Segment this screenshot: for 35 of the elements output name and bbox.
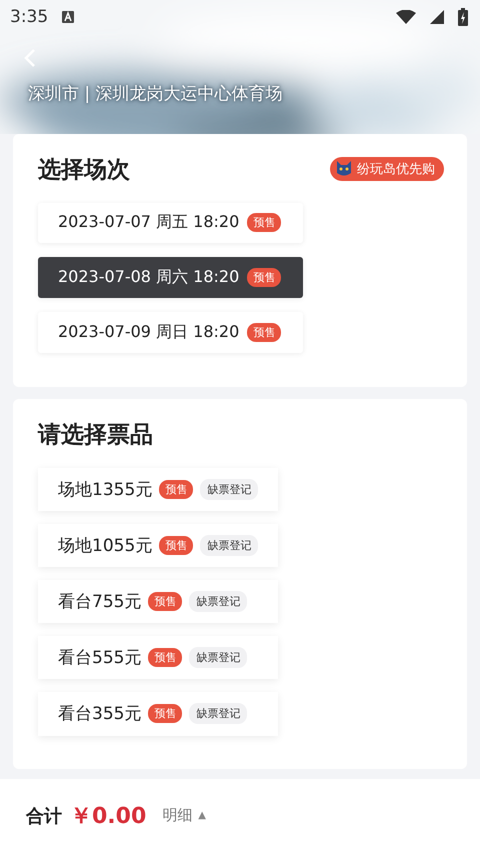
session-option[interactable]: 2023-07-09 周日 18:20 预售 <box>38 312 303 353</box>
presale-tag: 预售 <box>148 704 182 724</box>
status-time: 3:35 <box>10 7 48 27</box>
section-title: 请选择票品 <box>38 420 153 450</box>
cat-icon <box>335 161 353 178</box>
presale-tag: 预售 <box>148 592 182 612</box>
detail-toggle[interactable]: 明细 ▲ <box>162 806 206 826</box>
waitlist-tag[interactable]: 缺票登记 <box>189 647 248 668</box>
ticket-option[interactable]: 看台555元 预售 缺票登记 <box>38 636 278 680</box>
presale-tag: 预售 <box>247 268 282 288</box>
total-label: 合计 <box>26 804 62 828</box>
ticket-option[interactable]: 看台755元 预售 缺票登记 <box>38 580 278 624</box>
back-icon[interactable] <box>24 48 36 68</box>
waitlist-tag[interactable]: 缺票登记 <box>189 591 248 612</box>
ticket-option[interactable]: 场地1355元 预售 缺票登记 <box>38 468 278 511</box>
venue-name: 深圳市 | 深圳龙岗大运中心体育场 <box>28 83 283 105</box>
session-option[interactable]: 2023-07-07 周五 18:20 预售 <box>38 202 303 244</box>
signal-icon <box>430 10 444 24</box>
waitlist-tag[interactable]: 缺票登记 <box>189 703 248 724</box>
ticket-option[interactable]: 看台355元 预售 缺票登记 <box>38 692 278 736</box>
section-title: 选择场次 <box>38 156 130 185</box>
battery-icon <box>458 8 468 26</box>
wifi-icon <box>396 10 416 24</box>
total-price: ￥0.00 <box>70 802 146 831</box>
notification-icon <box>62 11 74 23</box>
session-option[interactable]: 2023-07-08 周六 18:20 预售 <box>38 257 303 298</box>
priority-badge[interactable]: 纷玩岛优先购 <box>330 157 444 182</box>
ticket-option[interactable]: 场地1055元 预售 缺票登记 <box>38 524 278 567</box>
presale-tag: 预售 <box>247 322 282 342</box>
presale-tag: 预售 <box>159 480 194 499</box>
presale-tag: 预售 <box>247 213 282 232</box>
presale-tag: 预售 <box>159 536 194 555</box>
waitlist-tag[interactable]: 缺票登记 <box>200 478 258 500</box>
waitlist-tag[interactable]: 缺票登记 <box>200 534 258 556</box>
presale-tag: 预售 <box>148 648 182 668</box>
